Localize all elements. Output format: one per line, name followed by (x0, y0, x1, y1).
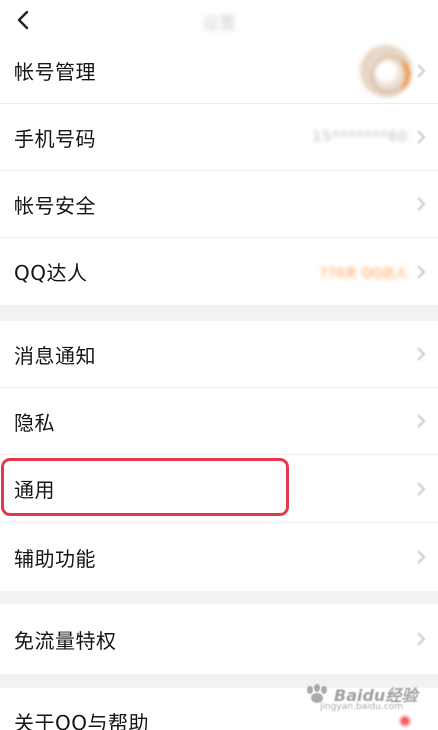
row-accessibility[interactable]: 辅助功能 (0, 523, 438, 591)
talent-value: 770天 QQ达人 (319, 266, 408, 281)
chevron-right-icon (417, 63, 426, 78)
row-general[interactable]: 通用 (0, 455, 438, 523)
notification-dot (400, 716, 410, 726)
settings-screen: 设置 帐号管理 手机号码 15*******60 帐号安全 QQ达人 770天 … (0, 0, 438, 730)
watermark-url: jingyan.baidu.com (320, 702, 404, 712)
row-label: 手机号码 (14, 126, 96, 151)
row-label: 通用 (14, 478, 55, 502)
phone-value: 15*******60 (312, 129, 408, 145)
chevron-right-icon (417, 347, 426, 361)
page-title: 设置 (202, 14, 236, 34)
row-phone-number[interactable]: 手机号码 15*******60 (0, 104, 438, 171)
general-group: 消息通知 隐私 通用 辅助功能 (0, 321, 438, 591)
row-privacy[interactable]: 隐私 (0, 388, 438, 455)
baidu-jingyan-watermark: Baidu经验 jingyan.baidu.com (304, 682, 420, 716)
row-label: 消息通知 (14, 343, 96, 368)
chevron-right-icon (417, 550, 426, 564)
chevron-right-icon (417, 130, 426, 144)
paw-logo-icon (307, 684, 327, 703)
row-label: 隐私 (14, 410, 55, 435)
row-label: 关于QQ与帮助 (14, 710, 149, 730)
row-label: 帐号管理 (14, 60, 96, 84)
avatar (360, 44, 412, 97)
chevron-right-icon (417, 481, 426, 496)
row-account-security[interactable]: 帐号安全 (0, 171, 438, 238)
row-account-management[interactable]: 帐号管理 (0, 38, 438, 104)
chevron-right-icon (417, 632, 426, 646)
row-notifications[interactable]: 消息通知 (0, 321, 438, 388)
account-group: 帐号管理 手机号码 15*******60 帐号安全 QQ达人 770天 QQ达… (0, 38, 438, 305)
chevron-right-icon (417, 197, 426, 211)
chevron-right-icon (417, 264, 426, 279)
row-label: 帐号安全 (14, 193, 96, 218)
nav-header: 设置 (0, 0, 438, 40)
chevron-right-icon (417, 414, 426, 428)
row-qq-talent[interactable]: QQ达人 770天 QQ达人 (0, 238, 438, 305)
row-data-free-privilege[interactable]: 免流量特权 (0, 604, 438, 674)
row-label: QQ达人 (14, 261, 88, 285)
data-free-group: 免流量特权 (0, 604, 438, 674)
row-label: 辅助功能 (14, 546, 96, 571)
row-label: 免流量特权 (14, 628, 117, 653)
